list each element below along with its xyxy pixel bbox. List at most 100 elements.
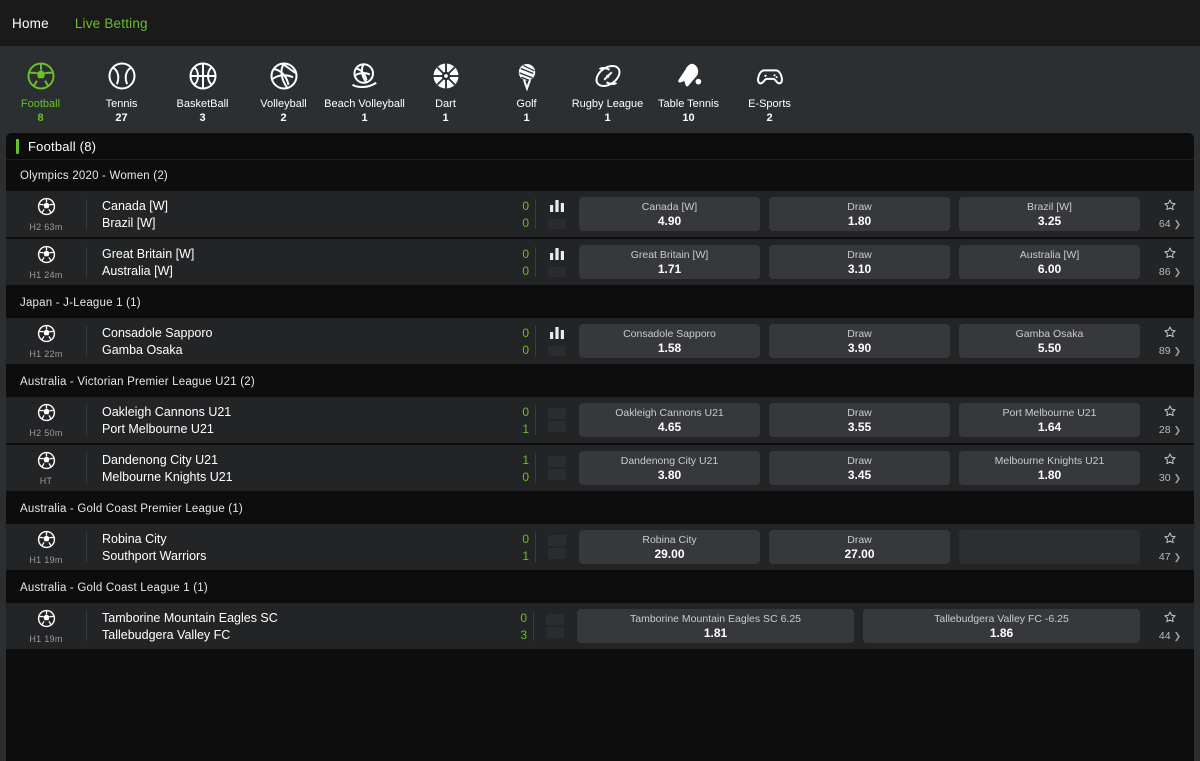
match-row[interactable]: HT Dandenong City U21 Melbourne Knights U… xyxy=(6,445,1194,493)
match-actions: 89 ❯ xyxy=(1146,325,1194,357)
section-title-label: Football (8) xyxy=(28,138,97,154)
match-row[interactable]: H1 19m Robina City Southport Warriors 0 1 Rob… xyxy=(6,524,1194,572)
more-markets-link[interactable]: 64 ❯ xyxy=(1159,218,1181,230)
sport-tab-e-sports[interactable]: E-Sports 2 xyxy=(729,52,810,124)
odds-button[interactable]: Robina City 29.00 xyxy=(579,530,760,564)
sport-tab-dart[interactable]: Dart 1 xyxy=(405,52,486,124)
odds-label: Melbourne Knights U21 xyxy=(994,454,1105,467)
table-tennis-icon xyxy=(674,58,704,94)
sport-tab-label: BasketBall xyxy=(176,98,229,110)
odds-button[interactable]: Tallebudgera Valley FC -6.25 1.86 xyxy=(863,609,1140,643)
content-panel: Football (8) Olympics 2020 - Women (2) H2… xyxy=(6,133,1194,761)
match-statistics-button[interactable] xyxy=(533,611,575,641)
bar-chart-icon[interactable] xyxy=(549,199,564,217)
bar-chart-icon[interactable] xyxy=(549,247,564,265)
league-header[interactable]: Australia - Gold Coast Premier League (1… xyxy=(6,493,1194,524)
odds-button[interactable]: Oakleigh Cannons U21 4.65 xyxy=(579,403,760,437)
star-icon[interactable] xyxy=(1163,325,1177,344)
odds-button[interactable]: Tamborine Mountain Eagles SC 6.25 1.81 xyxy=(577,609,854,643)
match-status: H1 24m xyxy=(6,245,86,280)
odds-button[interactable]: Brazil [W] 3.25 xyxy=(959,197,1140,231)
sport-tab-basketball[interactable]: BasketBall 3 xyxy=(162,52,243,124)
more-markets-link[interactable]: 89 ❯ xyxy=(1159,345,1181,357)
bar-chart-icon[interactable] xyxy=(549,326,564,344)
odds-button[interactable]: Draw 27.00 xyxy=(769,530,950,564)
match-statistics-button[interactable] xyxy=(535,326,577,356)
odds-button[interactable]: Draw 3.55 xyxy=(769,403,950,437)
sport-tab-label: Rugby League xyxy=(571,98,644,110)
more-markets-link[interactable]: 86 ❯ xyxy=(1159,266,1181,278)
away-score: 3 xyxy=(520,627,527,642)
odds-label: Gamba Osaka xyxy=(1015,327,1084,340)
home-team-name: Oakleigh Cannons U21 xyxy=(102,404,232,419)
odds-button[interactable]: Great Britain [W] 1.71 xyxy=(579,245,760,279)
star-icon[interactable] xyxy=(1163,531,1177,550)
match-statistics-button[interactable] xyxy=(535,199,577,229)
odds-button[interactable]: Port Melbourne U21 1.64 xyxy=(959,403,1140,437)
star-icon[interactable] xyxy=(1163,198,1177,217)
odds-button[interactable]: Draw 3.45 xyxy=(769,451,950,485)
match-teams: Oakleigh Cannons U21 Port Melbourne U21 xyxy=(87,405,501,436)
match-row[interactable]: H2 50m Oakleigh Cannons U21 Port Melbourne… xyxy=(6,397,1194,445)
sport-tab-table-tennis[interactable]: Table Tennis 10 xyxy=(648,52,729,124)
soccer-small-icon xyxy=(37,451,56,475)
topnav-item-home[interactable]: Home xyxy=(10,12,51,35)
league-header[interactable]: Australia - Gold Coast League 1 (1) xyxy=(6,572,1194,603)
match-row[interactable]: H1 19m Tamborine Mountain Eagles SC Talleb… xyxy=(6,603,1194,651)
more-markets-link[interactable]: 44 ❯ xyxy=(1159,630,1181,642)
odds-label: Great Britain [W] xyxy=(630,248,709,261)
home-score: 1 xyxy=(522,452,529,467)
odds-value: 6.00 xyxy=(1037,261,1062,276)
sport-tab-rugby-league[interactable]: Rugby League 1 xyxy=(567,52,648,124)
tennis-ball-icon xyxy=(107,58,137,94)
away-score: 1 xyxy=(522,548,529,563)
rugby-ball-icon xyxy=(593,58,623,94)
odds-button[interactable]: Consadole Sapporo 1.58 xyxy=(579,324,760,358)
odds-button[interactable]: Gamba Osaka 5.50 xyxy=(959,324,1140,358)
match-statistics-button[interactable] xyxy=(535,405,577,435)
more-markets-count: 64 xyxy=(1158,218,1171,230)
match-row[interactable]: H1 22m Consadole Sapporo Gamba Osaka 0 0 Cons… xyxy=(6,318,1194,366)
basketball-icon xyxy=(188,58,218,94)
star-icon[interactable] xyxy=(1163,610,1177,629)
match-statistics-button[interactable] xyxy=(535,532,577,562)
match-scores: 00 xyxy=(501,326,535,357)
sport-tab-volleyball[interactable]: Volleyball 2 xyxy=(243,52,324,124)
match-statistics-button[interactable] xyxy=(535,247,577,277)
match-status: HT xyxy=(6,451,86,486)
football-icon xyxy=(26,58,56,94)
match-statistics-button[interactable] xyxy=(535,453,577,483)
match-row[interactable]: H1 24m Great Britain [W] Australia [W] 0 0 Gr… xyxy=(6,239,1194,287)
odds-button[interactable]: Draw 3.90 xyxy=(769,324,950,358)
odds-value: 3.10 xyxy=(847,261,872,276)
more-markets-link[interactable]: 30 ❯ xyxy=(1159,472,1181,484)
more-markets-link[interactable]: 28 ❯ xyxy=(1159,424,1181,436)
odds-button[interactable]: Australia [W] 6.00 xyxy=(959,245,1140,279)
league-header[interactable]: Australia - Victorian Premier League U21… xyxy=(6,366,1194,397)
stat-placeholder-block xyxy=(547,408,566,419)
odds-button[interactable]: Draw 1.80 xyxy=(769,197,950,231)
odds-button[interactable]: Melbourne Knights U21 1.80 xyxy=(959,451,1140,485)
topnav-item-live-betting[interactable]: Live Betting xyxy=(73,12,150,35)
league-header[interactable]: Japan - J-League 1 (1) xyxy=(6,287,1194,318)
odds-button[interactable]: Draw 3.10 xyxy=(769,245,950,279)
odds-value: 1.86 xyxy=(989,625,1014,640)
star-icon[interactable] xyxy=(1163,404,1177,423)
star-icon[interactable] xyxy=(1163,452,1177,471)
sport-tab-tennis[interactable]: Tennis 27 xyxy=(81,52,162,124)
more-markets-link[interactable]: 47 ❯ xyxy=(1159,551,1181,563)
sport-tab-golf[interactable]: Golf 1 xyxy=(486,52,567,124)
league-header[interactable]: Olympics 2020 - Women (2) xyxy=(6,160,1194,191)
stat-placeholder-block xyxy=(547,267,566,277)
odds-button[interactable]: Dandenong City U21 3.80 xyxy=(579,451,760,485)
sport-tab-football[interactable]: Football 8 xyxy=(0,52,81,124)
sport-tab-count: 2 xyxy=(280,112,287,124)
soccer-small-icon xyxy=(37,609,56,633)
sport-tab-beach-volleyball[interactable]: Beach Volleyball 1 xyxy=(324,52,405,124)
away-team-name: Southport Warriors xyxy=(102,548,207,563)
star-icon[interactable] xyxy=(1163,246,1177,265)
match-row[interactable]: H2 63m Canada [W] Brazil [W] 0 0 Canada [W] 4.… xyxy=(6,191,1194,239)
odds-button[interactable]: Canada [W] 4.90 xyxy=(579,197,760,231)
odds-value: 3.45 xyxy=(847,467,872,482)
odds-label: Australia [W] xyxy=(1019,248,1080,261)
